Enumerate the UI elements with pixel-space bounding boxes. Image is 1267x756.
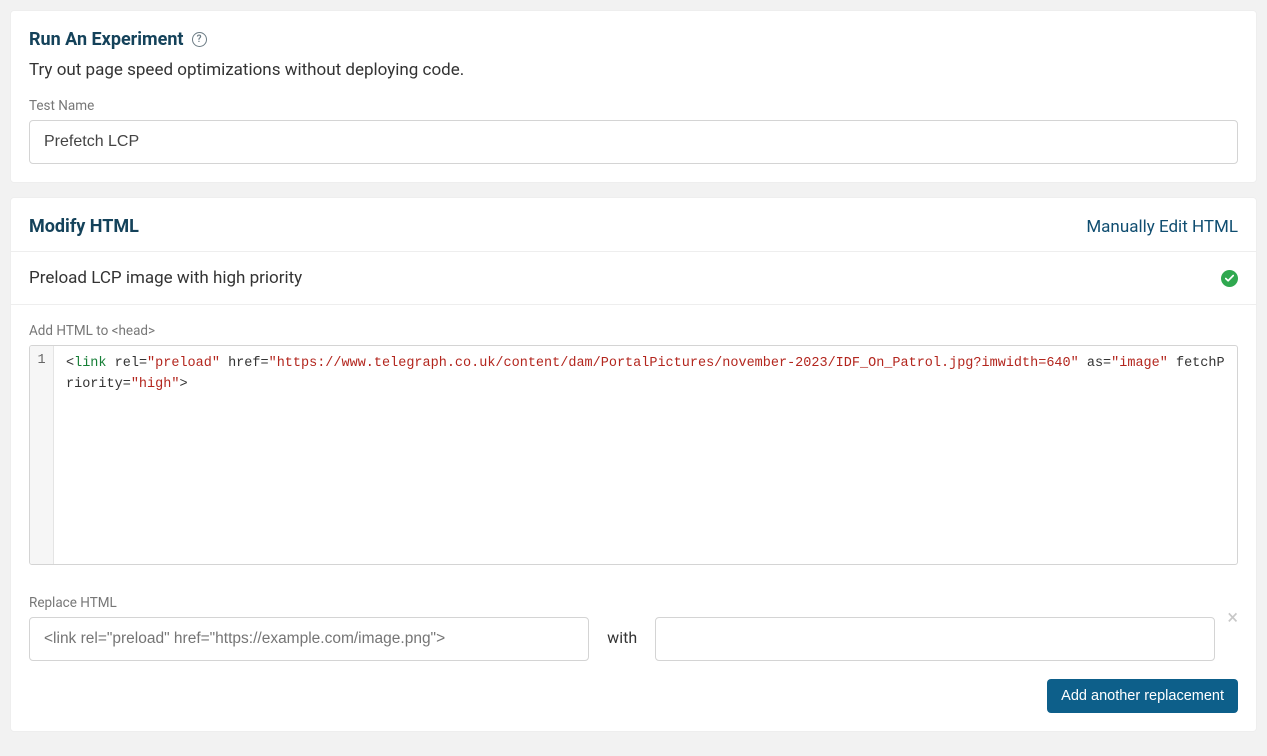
test-name-label: Test Name <box>29 98 1238 114</box>
rule-row: Preload LCP image with high priority <box>11 251 1256 305</box>
code-gutter: 1 <box>30 346 54 564</box>
experiment-subtitle: Try out page speed optimizations without… <box>29 60 1238 80</box>
code-content[interactable]: <link rel="preload" href="https://www.te… <box>54 346 1237 564</box>
help-icon[interactable]: ? <box>192 32 207 47</box>
test-name-input[interactable] <box>29 120 1238 164</box>
manual-edit-link[interactable]: Manually Edit HTML <box>1086 217 1238 237</box>
replace-find-input[interactable] <box>29 617 589 661</box>
experiment-card: Run An Experiment ? Try out page speed o… <box>10 10 1257 183</box>
modify-header: Modify HTML Manually Edit HTML <box>11 198 1256 251</box>
add-replacement-button[interactable]: Add another replacement <box>1047 679 1238 713</box>
with-label: with <box>605 628 639 647</box>
replace-row: with × <box>11 617 1256 679</box>
line-number: 1 <box>30 353 53 368</box>
modify-title: Modify HTML <box>29 216 139 237</box>
close-icon[interactable]: × <box>1227 607 1238 627</box>
experiment-title: Run An Experiment ? <box>29 29 1238 50</box>
add-html-label: Add HTML to <head> <box>29 323 1238 339</box>
modify-card: Modify HTML Manually Edit HTML Preload L… <box>10 197 1257 732</box>
actions-row: Add another replacement <box>11 679 1256 731</box>
rule-title: Preload LCP image with high priority <box>29 268 302 288</box>
check-icon <box>1221 270 1238 287</box>
replace-label: Replace HTML <box>11 595 1256 611</box>
editor-area: Add HTML to <head> 1 <link rel="preload"… <box>11 305 1256 571</box>
experiment-title-text: Run An Experiment <box>29 29 184 50</box>
replace-with-input[interactable] <box>655 617 1215 661</box>
code-editor[interactable]: 1 <link rel="preload" href="https://www.… <box>29 345 1238 565</box>
